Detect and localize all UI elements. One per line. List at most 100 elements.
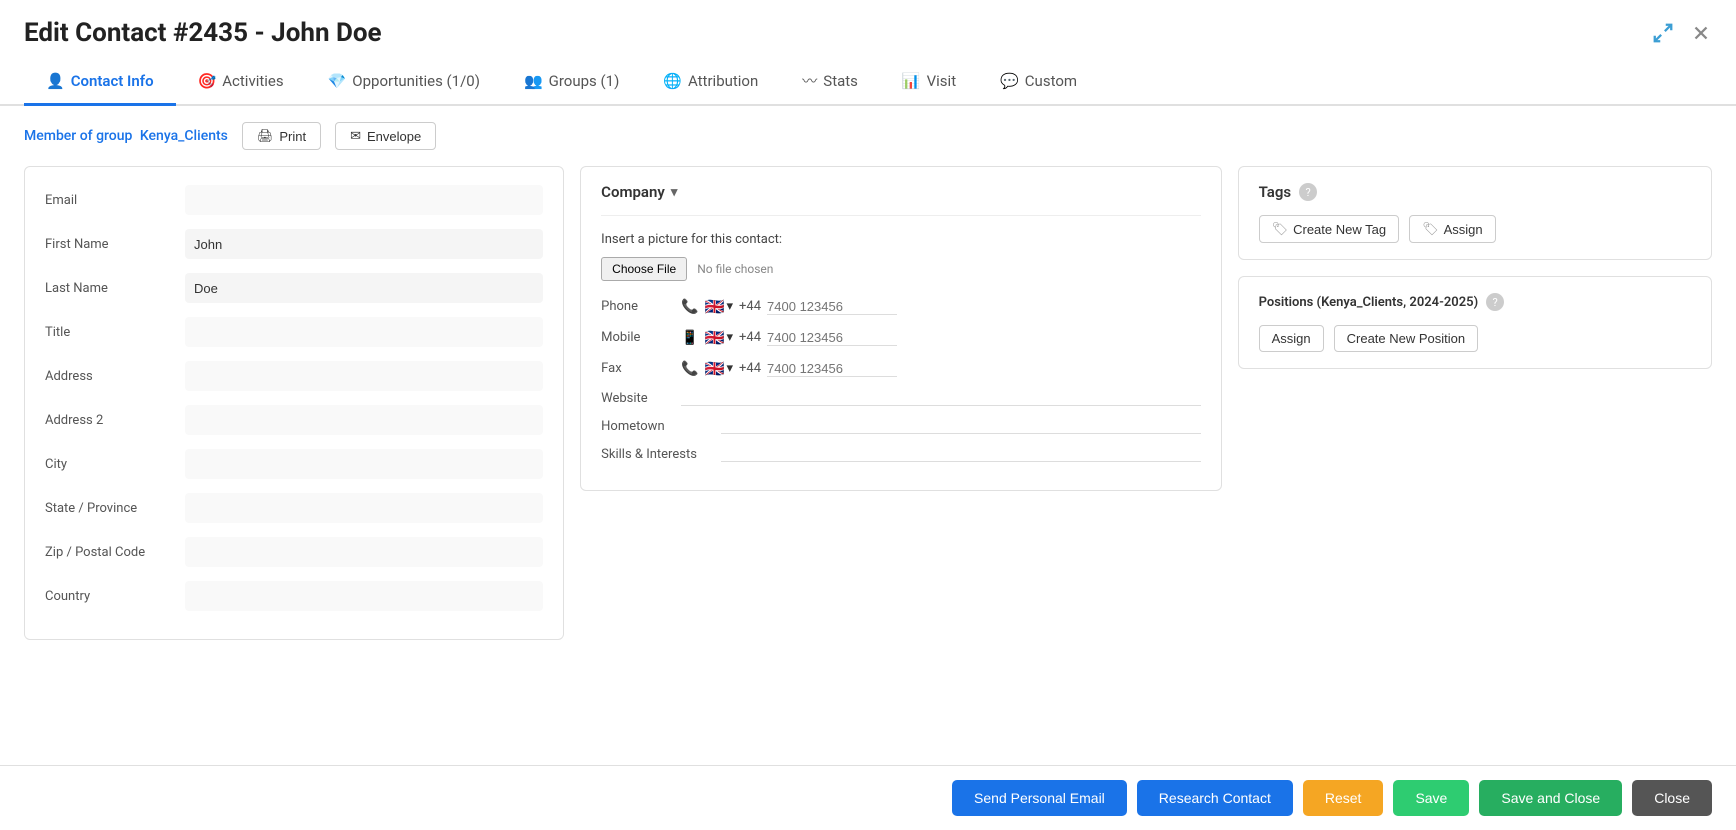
groups-icon: 👥 [524, 72, 543, 90]
tab-activities[interactable]: 🎯 Activities [176, 58, 306, 106]
state-field[interactable] [185, 493, 543, 523]
skills-input[interactable] [721, 446, 1200, 462]
group-name: Kenya_Clients [140, 128, 228, 144]
email-field[interactable] [185, 185, 543, 215]
phone-number-input[interactable] [767, 299, 897, 315]
research-contact-button[interactable]: Research Contact [1137, 780, 1293, 816]
picture-label: Insert a picture for this contact: [601, 232, 1200, 247]
mobile-icon: 📱 [681, 330, 698, 346]
mobile-input-group: 📱 🇬🇧 ▾ +44 [681, 328, 1200, 347]
tabs-bar: 👤 Contact Info 🎯 Activities 💎 Opportunit… [0, 58, 1736, 106]
save-button[interactable]: Save [1393, 780, 1469, 816]
website-input[interactable] [681, 390, 1200, 406]
content-area: Member of group Kenya_Clients 🖨 Print ✉ … [0, 106, 1736, 765]
address2-field[interactable] [185, 405, 543, 435]
file-row: Choose File No file chosen [601, 257, 1200, 281]
modal-title: Edit Contact #2435 - John Doe [24, 18, 382, 48]
send-personal-email-button[interactable]: Send Personal Email [952, 780, 1127, 816]
choose-file-button[interactable]: Choose File [601, 257, 687, 281]
positions-help-icon[interactable]: ? [1486, 293, 1504, 311]
create-new-position-button[interactable]: Create New Position [1334, 325, 1479, 352]
title-field[interactable] [185, 317, 543, 347]
stats-icon: 〰 [802, 70, 817, 91]
tags-header: Tags ? [1259, 183, 1691, 201]
form-row-address2: Address 2 [45, 403, 543, 437]
custom-icon: 💬 [1000, 72, 1019, 90]
company-chevron-icon: ▾ [671, 185, 678, 200]
hometown-input[interactable] [721, 418, 1200, 434]
form-row-firstname: First Name [45, 227, 543, 261]
hometown-label: Hometown [601, 419, 721, 434]
address-label: Address [45, 369, 185, 384]
mobile-label: Mobile [601, 330, 681, 345]
mobile-flag-selector[interactable]: 🇬🇧 ▾ [705, 328, 733, 347]
fax-flag-chevron: ▾ [727, 361, 734, 376]
form-row-state: State / Province [45, 491, 543, 525]
envelope-icon: ✉ [350, 128, 361, 144]
fax-number-input[interactable] [767, 361, 897, 377]
city-field[interactable] [185, 449, 543, 479]
form-row-email: Email [45, 183, 543, 217]
form-row-title: Title [45, 315, 543, 349]
group-bar: Member of group Kenya_Clients 🖨 Print ✉ … [24, 122, 1712, 150]
phone-input-group: 📞 🇬🇧 ▾ +44 [681, 297, 1200, 316]
form-row-country: Country [45, 579, 543, 613]
envelope-button[interactable]: ✉ Envelope [335, 122, 436, 150]
tab-visit[interactable]: 📊 Visit [880, 58, 978, 106]
tab-stats[interactable]: 〰 Stats [780, 58, 880, 106]
mobile-number-input[interactable] [767, 330, 897, 346]
tags-title: Tags [1259, 183, 1292, 201]
tab-groups[interactable]: 👥 Groups (1) [502, 58, 641, 106]
mobile-flag: 🇬🇧 [705, 328, 725, 347]
save-close-button[interactable]: Save and Close [1479, 780, 1622, 816]
website-row: Website [601, 390, 1200, 406]
lastname-field[interactable] [185, 273, 543, 303]
address2-label: Address 2 [45, 413, 185, 428]
left-column: Email First Name Last Name Title [24, 166, 564, 640]
fax-flag-selector[interactable]: 🇬🇧 ▾ [705, 359, 733, 378]
expand-icon[interactable] [1652, 22, 1674, 44]
fax-icon: 📞 [681, 361, 698, 377]
form-row-zip: Zip / Postal Code [45, 535, 543, 569]
create-new-tag-button[interactable]: 🏷 Create New Tag [1259, 215, 1400, 243]
group-text: Member of group Kenya_Clients [24, 128, 228, 144]
tab-attribution[interactable]: 🌐 Attribution [641, 58, 780, 106]
lastname-label: Last Name [45, 281, 185, 296]
assign-tag-icon: 🏷 [1422, 221, 1439, 237]
positions-title: Positions (Kenya_Clients, 2024-2025) [1259, 295, 1479, 310]
visit-icon: 📊 [902, 72, 921, 90]
modal-header: Edit Contact #2435 - John Doe [0, 0, 1736, 48]
tab-custom[interactable]: 💬 Custom [978, 58, 1099, 106]
hometown-row: Hometown [601, 418, 1200, 434]
firstname-field[interactable] [185, 229, 543, 259]
zip-field[interactable] [185, 537, 543, 567]
fax-input-group: 📞 🇬🇧 ▾ +44 [681, 359, 1200, 378]
phone-flag-chevron: ▾ [727, 299, 734, 314]
tab-opportunities[interactable]: 💎 Opportunities (1/0) [306, 58, 502, 106]
close-button[interactable]: Close [1632, 780, 1712, 816]
mobile-row: Mobile 📱 🇬🇧 ▾ +44 [601, 328, 1200, 347]
address-field[interactable] [185, 361, 543, 391]
tags-panel: Tags ? 🏷 Create New Tag 🏷 Assign [1238, 166, 1712, 260]
phone-label: Phone [601, 299, 681, 314]
print-button[interactable]: 🖨 Print [242, 122, 321, 150]
country-field[interactable] [185, 581, 543, 611]
close-modal-icon[interactable] [1690, 22, 1712, 44]
tags-help-icon[interactable]: ? [1299, 183, 1317, 201]
assign-position-button[interactable]: Assign [1259, 325, 1324, 352]
email-label: Email [45, 193, 185, 208]
print-icon: 🖨 [257, 128, 274, 144]
firstname-label: First Name [45, 237, 185, 252]
mobile-flag-chevron: ▾ [727, 330, 734, 345]
assign-tag-button[interactable]: 🏷 Assign [1409, 215, 1496, 243]
phone-flag-selector[interactable]: 🇬🇧 ▾ [705, 297, 733, 316]
columns: Email First Name Last Name Title [24, 166, 1712, 640]
tag-actions: 🏷 Create New Tag 🏷 Assign [1259, 215, 1691, 243]
country-label: Country [45, 589, 185, 604]
positions-header: Positions (Kenya_Clients, 2024-2025) ? [1259, 293, 1691, 311]
title-label: Title [45, 325, 185, 340]
reset-button[interactable]: Reset [1303, 780, 1384, 816]
fax-label: Fax [601, 361, 681, 376]
tab-contact-info[interactable]: 👤 Contact Info [24, 58, 176, 106]
opportunities-icon: 💎 [328, 72, 347, 90]
